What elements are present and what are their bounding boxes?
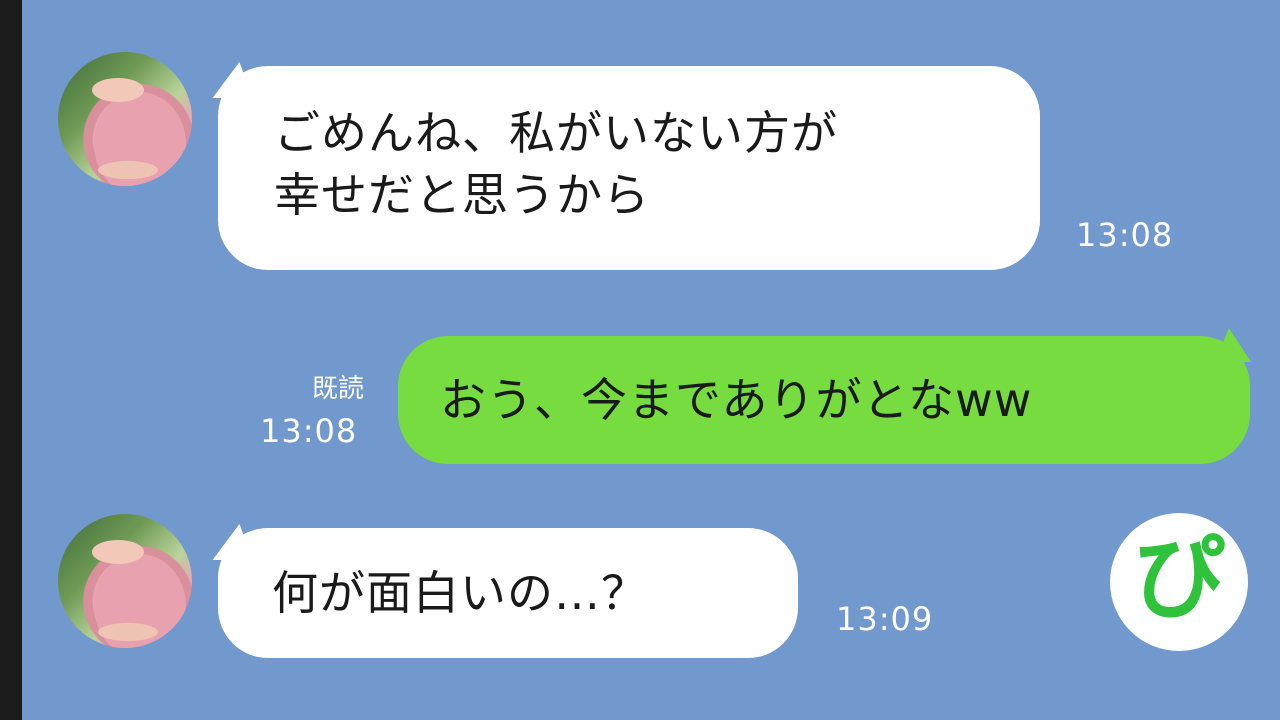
outgoing-message-bubble[interactable]: おう、今までありがとなww xyxy=(398,336,1250,464)
message-timestamp: 13:08 xyxy=(260,412,358,450)
screen-edge xyxy=(0,0,22,720)
incoming-message-bubble[interactable]: ごめんね、私がいない方が 幸せだと思うから xyxy=(218,66,1040,270)
message-text: 何が面白いの…？ xyxy=(272,566,648,620)
channel-logo: ぴ xyxy=(1110,513,1248,651)
incoming-message-bubble[interactable]: 何が面白いの…？ xyxy=(218,528,798,658)
read-receipt: 既読 xyxy=(250,368,364,405)
message-line: ごめんね、私がいない方が xyxy=(274,106,838,160)
sender-avatar[interactable] xyxy=(58,514,192,648)
message-text: ごめんね、私がいない方が 幸せだと思うから xyxy=(274,102,838,226)
message-timestamp: 13:08 xyxy=(1076,216,1174,254)
message-line: 幸せだと思うから xyxy=(274,168,650,222)
message-timestamp: 13:09 xyxy=(836,600,934,638)
bubble-tail xyxy=(1215,328,1265,362)
message-text: おう、今までありがとなww xyxy=(440,373,1033,427)
logo-glyph: ぴ xyxy=(1132,525,1225,632)
read-label: 既読 xyxy=(311,374,364,404)
sender-avatar[interactable] xyxy=(58,52,192,186)
avatar-photo-icon xyxy=(92,78,186,186)
avatar-photo-icon xyxy=(92,540,186,648)
